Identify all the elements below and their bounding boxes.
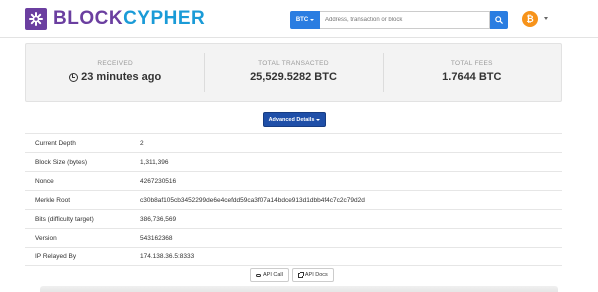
chevron-down-icon: [310, 19, 315, 21]
detail-label: Merkle Root: [35, 196, 71, 204]
brand-name: BLOCKCYPHER: [53, 8, 205, 30]
search-button[interactable]: [490, 11, 508, 29]
blockcypher-logo-icon: [25, 8, 47, 30]
api-docs-label: API Docs: [304, 272, 328, 278]
search-input[interactable]: [320, 11, 490, 29]
advanced-details-label: Advanced Details: [268, 116, 315, 123]
currency-dropdown-caret-icon[interactable]: [544, 17, 548, 20]
stat-total-transacted: TOTAL TRANSACTED 25,529.5282 BTC: [204, 44, 382, 101]
received-time-value: 23 minutes ago: [81, 71, 162, 83]
advanced-details-button[interactable]: Advanced Details: [263, 112, 326, 127]
detail-value: 543162368: [140, 234, 173, 242]
stat-received: RECEIVED 23 minutes ago: [26, 44, 204, 101]
table-row: IP Relayed By 174.138.36.5:8333: [25, 247, 562, 266]
api-call-button[interactable]: API Call: [250, 268, 289, 282]
brand-name-part1: BLOCK: [53, 8, 124, 29]
search-bar: BTC: [290, 11, 508, 29]
chevron-down-icon: [316, 118, 321, 121]
table-row: Block Size (bytes) 1,311,396: [25, 152, 562, 171]
clock-icon: [69, 72, 79, 82]
table-row: Nonce 4267230516: [25, 171, 562, 190]
api-docs-button[interactable]: API Docs: [291, 268, 334, 282]
stat-value: 25,529.5282 BTC: [250, 71, 337, 83]
stat-label: TOTAL FEES: [450, 60, 493, 67]
detail-value: 2: [140, 139, 144, 147]
detail-label: Current Depth: [35, 139, 76, 147]
api-buttons: API Call API Docs: [250, 268, 334, 282]
detail-label: Version: [35, 234, 57, 242]
detail-label: Bits (difficulty target): [35, 215, 94, 223]
bitcoin-icon[interactable]: ₿: [522, 11, 538, 27]
brand-name-part2: CYPHER: [123, 8, 206, 29]
detail-value: c30b8af105cb3452299de6e4cefdd59ca3f07a14…: [140, 196, 365, 204]
detail-value: 1,311,396: [140, 158, 169, 166]
block-summary-panel: RECEIVED 23 minutes ago TOTAL TRANSACTED…: [25, 43, 562, 102]
stat-label: RECEIVED: [97, 60, 133, 67]
external-link-icon: [297, 271, 304, 278]
table-row: Merkle Root c30b8af105cb3452299de6e4cefd…: [25, 190, 562, 209]
coin-select-label: BTC: [295, 17, 309, 23]
stat-total-fees: TOTAL FEES 1.7644 BTC: [382, 44, 561, 101]
api-call-label: API Call: [263, 272, 283, 278]
stat-label: TOTAL TRANSACTED: [258, 60, 329, 67]
detail-value: 4267230516: [140, 177, 177, 185]
detail-label: Nonce: [35, 177, 54, 185]
search-icon: [495, 16, 503, 24]
detail-value: 174.138.36.5:8333: [140, 253, 195, 260]
block-details-table: Current Depth 2 Block Size (bytes) 1,311…: [25, 133, 562, 266]
detail-value: 386,736,569: [140, 215, 177, 223]
coin-select-dropdown[interactable]: BTC: [290, 11, 320, 29]
stat-value: 1.7644 BTC: [442, 71, 502, 83]
stat-value: 23 minutes ago: [69, 71, 161, 83]
table-row: Version 543162368: [25, 228, 562, 247]
detail-label: IP Relayed By: [35, 253, 77, 260]
top-navbar: BLOCKCYPHER BTC ₿: [0, 0, 598, 38]
table-row: Current Depth 2: [25, 133, 562, 152]
brand-logo[interactable]: BLOCKCYPHER: [25, 8, 205, 30]
link-icon: [256, 273, 261, 277]
detail-label: Block Size (bytes): [35, 158, 88, 166]
next-panel-edge: [40, 286, 558, 292]
table-row: Bits (difficulty target) 386,736,569: [25, 209, 562, 228]
